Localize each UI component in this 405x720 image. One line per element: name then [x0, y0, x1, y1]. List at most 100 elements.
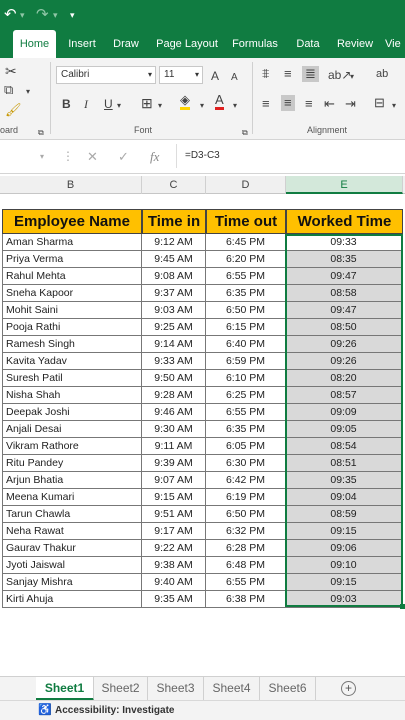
align-top-icon[interactable]: ⩨ — [262, 66, 269, 82]
worked-time-cell[interactable]: 09:10 — [286, 557, 402, 574]
wrap-text-icon[interactable]: ab — [376, 66, 388, 82]
sheet-tab-sheet3[interactable]: Sheet3 — [148, 677, 204, 701]
worked-time-cell[interactable]: 08:58 — [286, 285, 402, 302]
time-out-cell[interactable]: 6:35 PM — [206, 285, 286, 302]
worked-time-cell[interactable]: 09:26 — [286, 353, 402, 370]
worked-time-cell[interactable]: 09:35 — [286, 472, 402, 489]
time-in-cell[interactable]: 9:25 AM — [142, 319, 206, 336]
tab-formulas[interactable]: Formulas — [228, 30, 282, 58]
borders-icon[interactable]: ⊞ — [141, 95, 153, 111]
time-out-cell[interactable]: 6:59 PM — [206, 353, 286, 370]
employee-name-cell[interactable]: Vikram Rathore — [2, 438, 142, 455]
time-in-cell[interactable]: 9:46 AM — [142, 404, 206, 421]
time-in-cell[interactable]: 9:50 AM — [142, 370, 206, 387]
worked-time-cell[interactable]: 09:04 — [286, 489, 402, 506]
employee-name-cell[interactable]: Ritu Pandey — [2, 455, 142, 472]
sheet-tab-sheet2[interactable]: Sheet2 — [94, 677, 148, 701]
employee-name-cell[interactable]: Sneha Kapoor — [2, 285, 142, 302]
merge-dropdown-icon[interactable]: ▾ — [392, 98, 396, 114]
worked-time-cell[interactable]: 08:51 — [286, 455, 402, 472]
column-header-c[interactable]: C — [142, 176, 206, 194]
time-out-cell[interactable]: 6:48 PM — [206, 557, 286, 574]
time-in-cell[interactable]: 9:03 AM — [142, 302, 206, 319]
cancel-icon[interactable]: ✕ — [87, 149, 98, 165]
time-in-cell[interactable]: 9:51 AM — [142, 506, 206, 523]
time-out-cell[interactable]: 6:55 PM — [206, 268, 286, 285]
time-in-cell[interactable]: 9:39 AM — [142, 455, 206, 472]
time-in-cell[interactable]: 9:08 AM — [142, 268, 206, 285]
undo-dropdown-icon[interactable]: ▾ — [20, 6, 25, 24]
tab-view[interactable]: Vie — [385, 30, 405, 58]
bold-button[interactable]: B — [62, 96, 71, 112]
time-out-cell[interactable]: 6:50 PM — [206, 506, 286, 523]
tab-review[interactable]: Review — [333, 30, 377, 58]
font-color-icon[interactable]: A — [215, 93, 224, 110]
employee-name-cell[interactable]: Ramesh Singh — [2, 336, 142, 353]
time-in-cell[interactable]: 9:35 AM — [142, 591, 206, 608]
tab-insert[interactable]: Insert — [62, 30, 102, 58]
worked-time-cell[interactable]: 09:47 — [286, 302, 402, 319]
worked-time-cell[interactable]: 08:50 — [286, 319, 402, 336]
time-out-cell[interactable]: 6:55 PM — [206, 404, 286, 421]
time-in-cell[interactable]: 9:40 AM — [142, 574, 206, 591]
time-out-cell[interactable]: 6:10 PM — [206, 370, 286, 387]
align-left-icon[interactable]: ≡ — [262, 96, 270, 112]
employee-name-cell[interactable]: Meena Kumari — [2, 489, 142, 506]
align-bottom-icon[interactable]: ≣ — [302, 66, 319, 82]
worked-time-cell[interactable]: 08:57 — [286, 387, 402, 404]
employee-name-cell[interactable]: Arjun Bhatia — [2, 472, 142, 489]
header-time-out[interactable]: Time out — [206, 209, 286, 234]
align-center-icon[interactable]: ≡ — [281, 95, 295, 111]
format-painter-icon[interactable]: 🖌 — [5, 102, 22, 118]
time-out-cell[interactable]: 6:15 PM — [206, 319, 286, 336]
employee-name-cell[interactable]: Aman Sharma — [2, 234, 142, 251]
employee-name-cell[interactable]: Neha Rawat — [2, 523, 142, 540]
redo-icon[interactable]: ↷ — [36, 6, 49, 24]
time-in-cell[interactable]: 9:14 AM — [142, 336, 206, 353]
fill-color-icon[interactable]: ◈ — [180, 93, 190, 110]
time-out-cell[interactable]: 6:50 PM — [206, 302, 286, 319]
orientation-icon[interactable]: ab↗ — [328, 67, 351, 83]
time-in-cell[interactable]: 9:12 AM — [142, 234, 206, 251]
time-out-cell[interactable]: 6:25 PM — [206, 387, 286, 404]
worked-time-cell[interactable]: 09:15 — [286, 574, 402, 591]
underline-button[interactable]: U — [104, 96, 113, 112]
worked-time-cell[interactable]: 09:47 — [286, 268, 402, 285]
time-in-cell[interactable]: 9:45 AM — [142, 251, 206, 268]
tab-data[interactable]: Data — [289, 30, 327, 58]
font-launcher-icon[interactable]: ⧉ — [242, 125, 248, 141]
formula-input[interactable]: =D3-C3 — [185, 150, 220, 161]
employee-name-cell[interactable]: Mohit Saini — [2, 302, 142, 319]
grow-font-button[interactable]: A — [211, 68, 219, 84]
time-out-cell[interactable]: 6:55 PM — [206, 574, 286, 591]
worked-time-cell[interactable]: 09:05 — [286, 421, 402, 438]
customize-icon[interactable]: ▾ — [70, 6, 75, 24]
time-out-cell[interactable]: 6:28 PM — [206, 540, 286, 557]
employee-name-cell[interactable]: Jyoti Jaiswal — [2, 557, 142, 574]
undo-icon[interactable]: ↶ — [4, 6, 17, 24]
sheet-tab-sheet1[interactable]: Sheet1 — [36, 677, 94, 701]
copy-dropdown-icon[interactable]: ▾ — [26, 84, 30, 100]
cut-icon[interactable]: ✂ — [5, 63, 17, 79]
name-box-dropdown-icon[interactable]: ▾ — [40, 152, 44, 161]
header-time-in[interactable]: Time in — [142, 209, 206, 234]
time-in-cell[interactable]: 9:30 AM — [142, 421, 206, 438]
time-out-cell[interactable]: 6:42 PM — [206, 472, 286, 489]
time-in-cell[interactable]: 9:17 AM — [142, 523, 206, 540]
header-worked-time[interactable]: Worked Time — [286, 209, 403, 234]
worked-time-cell[interactable]: 08:59 — [286, 506, 402, 523]
time-out-cell[interactable]: 6:20 PM — [206, 251, 286, 268]
font-size-select[interactable]: 11 ▾ — [159, 66, 203, 84]
column-header-d[interactable]: D — [206, 176, 286, 194]
time-out-cell[interactable]: 6:30 PM — [206, 455, 286, 472]
employee-name-cell[interactable]: Priya Verma — [2, 251, 142, 268]
fill-handle[interactable] — [400, 604, 405, 609]
time-in-cell[interactable]: 9:11 AM — [142, 438, 206, 455]
borders-dropdown-icon[interactable]: ▾ — [158, 98, 162, 114]
font-name-select[interactable]: Calibri ▾ — [56, 66, 156, 84]
worked-time-cell[interactable]: 08:35 — [286, 251, 402, 268]
header-employee-name[interactable]: Employee Name — [2, 209, 142, 234]
employee-name-cell[interactable]: Nisha Shah — [2, 387, 142, 404]
decrease-indent-icon[interactable]: ⇤ — [324, 96, 335, 112]
employee-name-cell[interactable]: Sanjay Mishra — [2, 574, 142, 591]
